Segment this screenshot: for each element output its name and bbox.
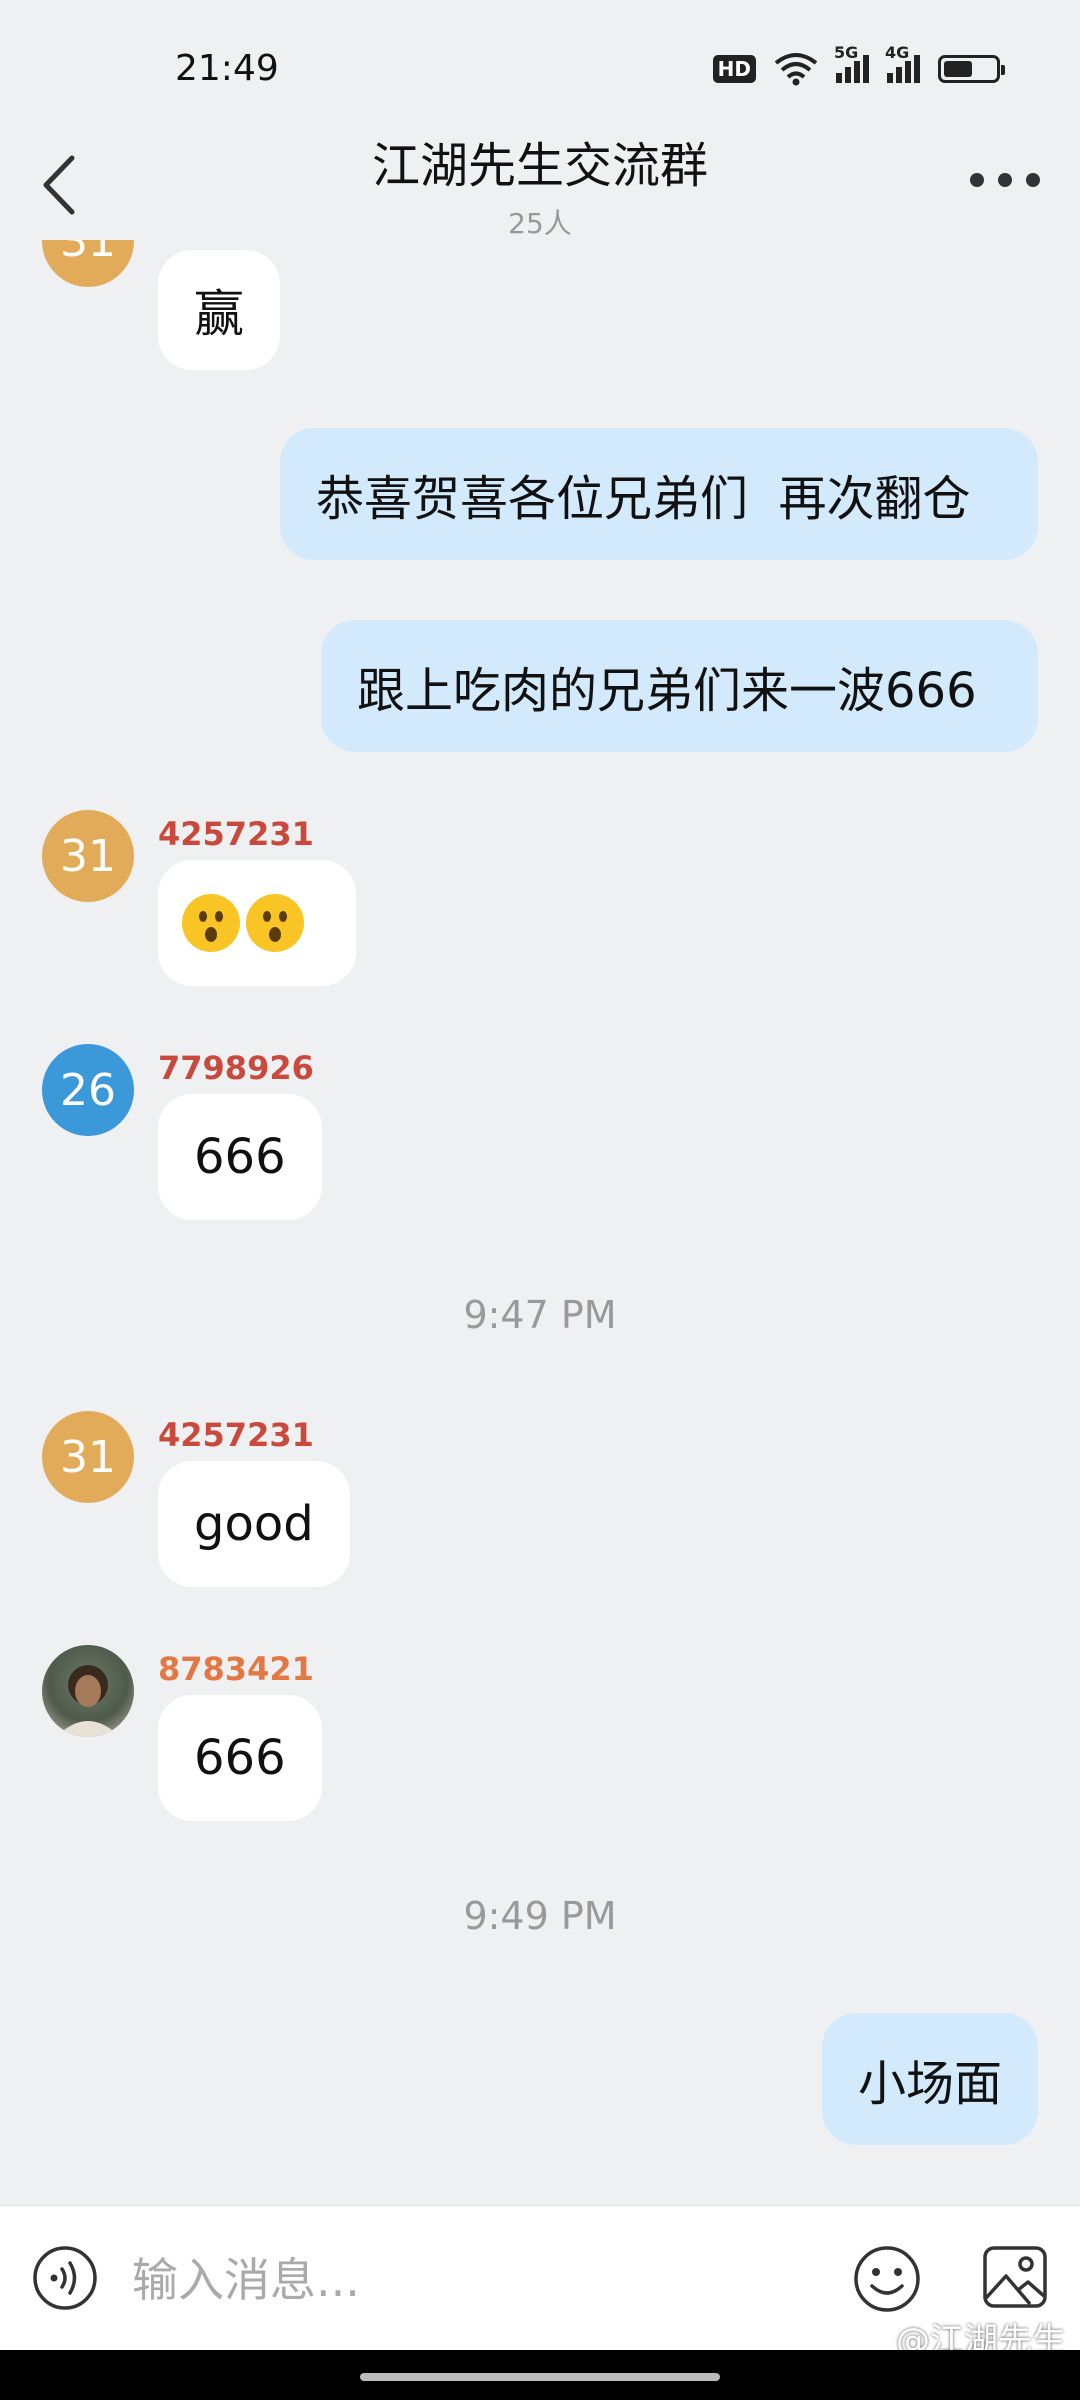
group-title: 江湖先生交流群 — [371, 138, 708, 194]
voice-icon[interactable] — [32, 2245, 98, 2311]
status-icons: HD 5G 4G — [712, 43, 1005, 86]
hd-icon: HD — [712, 55, 756, 83]
wifi-icon — [774, 53, 818, 86]
message-bubble[interactable]: 666 — [158, 1094, 322, 1220]
hushed-face-emoji-icon — [182, 894, 240, 952]
sender-name[interactable]: 4257231 — [158, 815, 314, 853]
message-bubble-outgoing[interactable]: 恭喜贺喜各位兄弟们 再次翻仓 — [280, 428, 1038, 560]
more-dots-icon[interactable] — [970, 165, 1040, 195]
hushed-face-emoji-icon — [246, 894, 304, 952]
message-bubble[interactable] — [158, 860, 356, 986]
message-list[interactable]: 31 赢 恭喜贺喜各位兄弟们 再次翻仓 跟上吃肉的兄弟们来一波666 31 42… — [0, 240, 1080, 2205]
avatar[interactable]: 26 — [42, 1044, 134, 1136]
signal-5g-icon: 5G — [834, 43, 869, 83]
timestamp: 9:47 PM — [463, 1293, 617, 1337]
battery-icon — [938, 55, 1005, 83]
avatar[interactable]: 31 — [42, 240, 134, 287]
member-count[interactable]: 25人 — [0, 202, 1080, 242]
message-bubble-outgoing[interactable]: 跟上吃肉的兄弟们来一波666 — [321, 620, 1038, 752]
timestamp: 9:49 PM — [463, 1894, 617, 1938]
message-bubble[interactable]: 赢 — [158, 250, 280, 370]
avatar-photo[interactable] — [42, 1645, 134, 1737]
emoji-smile-icon[interactable] — [852, 2244, 922, 2314]
chat-screen: 21:49 HD 5G 4G 江湖先生交流群 25人 31 赢 恭喜贺喜各位兄弟… — [0, 0, 1080, 2400]
image-icon[interactable] — [980, 2242, 1050, 2312]
navigation-bar — [0, 2350, 1080, 2400]
avatar[interactable]: 31 — [42, 1411, 134, 1503]
message-input[interactable] — [130, 2242, 814, 2318]
sender-name[interactable]: 8783421 — [158, 1650, 314, 1688]
message-bubble-outgoing[interactable]: 小场面 — [821, 2013, 1038, 2145]
person-photo-icon — [56, 1665, 120, 1737]
battery-level — [944, 61, 972, 77]
sender-name[interactable]: 4257231 — [158, 1416, 314, 1454]
message-bubble[interactable]: good — [158, 1461, 350, 1587]
sender-name[interactable]: 7798926 — [158, 1049, 314, 1087]
status-time: 21:49 — [175, 48, 279, 89]
message-bubble[interactable]: 666 — [158, 1695, 322, 1821]
avatar[interactable]: 31 — [42, 810, 134, 902]
chat-header: 江湖先生交流群 25人 — [0, 110, 1080, 240]
signal-4g-icon: 4G — [885, 43, 920, 83]
home-indicator[interactable] — [360, 2373, 720, 2381]
